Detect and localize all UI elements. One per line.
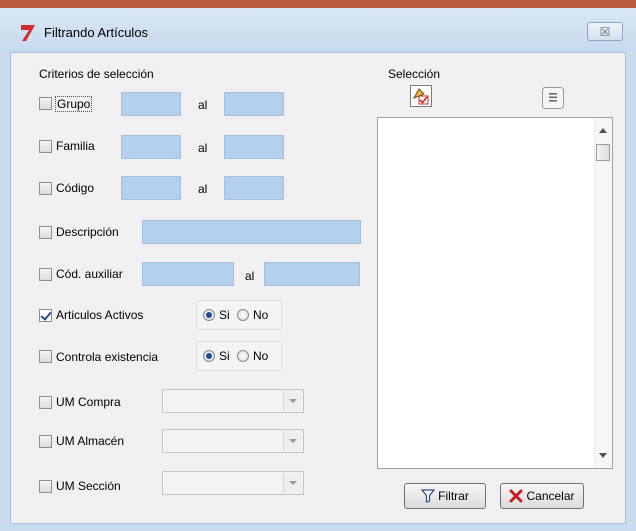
controla-existencia-no-label: No bbox=[253, 349, 269, 363]
grupo-to-input[interactable] bbox=[224, 92, 284, 116]
um-compra-label: UM Compra bbox=[56, 395, 121, 409]
um-seccion-label: UM Sección bbox=[56, 479, 121, 493]
familia-to-input[interactable] bbox=[224, 135, 284, 159]
scroll-down-icon[interactable] bbox=[599, 453, 607, 458]
descripcion-input[interactable] bbox=[142, 220, 361, 244]
familia-al-label: al bbox=[198, 141, 208, 155]
articulos-activos-label: Articulos Activos bbox=[56, 308, 144, 322]
controla-existencia-si-radio[interactable] bbox=[203, 350, 215, 362]
chevron-down-icon[interactable] bbox=[283, 473, 302, 493]
close-button[interactable]: ☒ bbox=[587, 22, 623, 41]
criteria-heading: Criterios de selección bbox=[39, 67, 154, 81]
um-almacen-checkbox[interactable] bbox=[39, 435, 52, 448]
selection-list[interactable] bbox=[377, 117, 613, 469]
articulos-activos-checkbox[interactable] bbox=[39, 309, 52, 322]
familia-checkbox[interactable] bbox=[39, 140, 52, 153]
um-almacen-label: UM Almacén bbox=[56, 434, 125, 448]
um-seccion-select[interactable] bbox=[162, 471, 304, 495]
grupo-from-input[interactable] bbox=[121, 92, 181, 116]
um-compra-checkbox[interactable] bbox=[39, 396, 52, 409]
cancelar-button[interactable]: Cancelar bbox=[500, 483, 584, 509]
funnel-icon bbox=[421, 489, 436, 503]
cancelar-label: Cancelar bbox=[526, 489, 575, 503]
filtrar-label: Filtrar bbox=[438, 489, 469, 503]
cod-auxiliar-checkbox[interactable] bbox=[39, 268, 52, 281]
cod-auxiliar-from-input[interactable] bbox=[142, 262, 234, 286]
cod-auxiliar-al-label: al bbox=[245, 269, 255, 283]
familia-label: Familia bbox=[56, 139, 95, 153]
controla-existencia-no-radio[interactable] bbox=[237, 350, 249, 362]
controla-existencia-checkbox[interactable] bbox=[39, 350, 52, 363]
close-icon: ☒ bbox=[599, 25, 611, 39]
um-seccion-checkbox[interactable] bbox=[39, 480, 52, 493]
grupo-al-label: al bbox=[198, 98, 208, 112]
articulos-activos-radio-group: Si No bbox=[196, 300, 282, 330]
um-compra-select[interactable] bbox=[162, 389, 304, 413]
articulos-activos-no-label: No bbox=[253, 308, 269, 322]
filtrar-button[interactable]: Filtrar bbox=[404, 483, 486, 509]
window-title: Filtrando Artículos bbox=[44, 25, 149, 40]
chevron-down-icon[interactable] bbox=[283, 391, 302, 411]
paint-select-icon[interactable] bbox=[410, 85, 432, 107]
grupo-checkbox[interactable] bbox=[39, 97, 52, 110]
top-strip bbox=[0, 0, 636, 8]
descripcion-checkbox[interactable] bbox=[39, 226, 52, 239]
codigo-to-input[interactable] bbox=[224, 176, 284, 200]
grupo-label: Grupo bbox=[55, 96, 93, 112]
codigo-label: Código bbox=[56, 181, 95, 195]
cod-auxiliar-label: Cód. auxiliar bbox=[56, 267, 123, 281]
articulos-activos-no-radio[interactable] bbox=[237, 309, 249, 321]
dialog-body: Criterios de selección Selección Grupo a… bbox=[10, 52, 626, 524]
title-bar: Filtrando Artículos ☒ bbox=[0, 8, 636, 52]
articulos-activos-si-radio[interactable] bbox=[203, 309, 215, 321]
selection-scrollbar[interactable] bbox=[594, 118, 612, 468]
codigo-checkbox[interactable] bbox=[39, 182, 52, 195]
familia-from-input[interactable] bbox=[121, 135, 181, 159]
controla-existencia-label: Controla existencia bbox=[56, 350, 159, 364]
chevron-down-icon[interactable] bbox=[283, 431, 302, 451]
um-almacen-select[interactable] bbox=[162, 429, 304, 453]
articulos-activos-si-label: Si bbox=[219, 308, 230, 322]
scroll-up-icon[interactable] bbox=[599, 128, 607, 133]
cod-auxiliar-to-input[interactable] bbox=[264, 262, 360, 286]
controla-existencia-si-label: Si bbox=[219, 349, 230, 363]
descripcion-label: Descripción bbox=[56, 225, 119, 239]
codigo-al-label: al bbox=[198, 182, 208, 196]
app-logo-icon bbox=[21, 25, 35, 41]
list-icon[interactable] bbox=[542, 87, 564, 109]
selection-heading: Selección bbox=[388, 67, 441, 81]
codigo-from-input[interactable] bbox=[121, 176, 181, 200]
scroll-thumb[interactable] bbox=[596, 144, 610, 161]
red-x-icon bbox=[509, 489, 523, 503]
controla-existencia-radio-group: Si No bbox=[196, 341, 282, 371]
